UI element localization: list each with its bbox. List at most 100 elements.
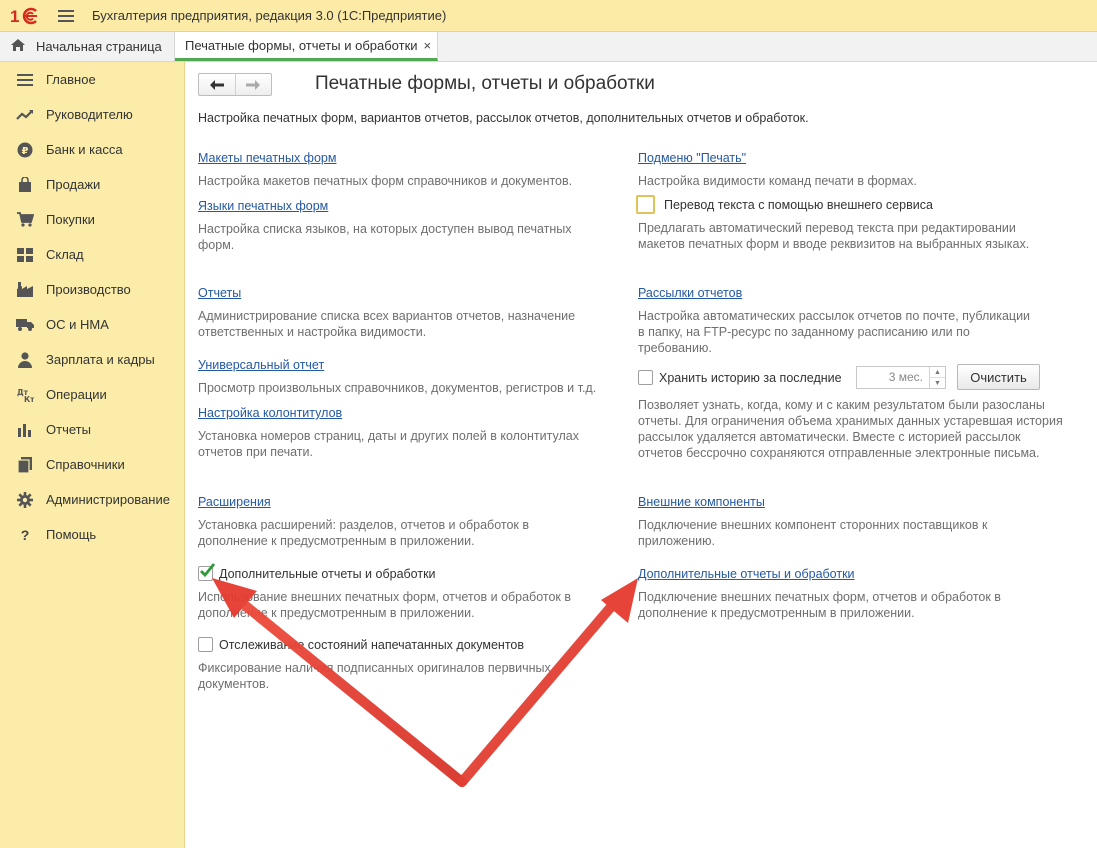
sidebar-item-label: Производство xyxy=(46,282,131,297)
sidebar-item-label: Отчеты xyxy=(46,422,91,437)
stepper-down-icon[interactable]: ▼ xyxy=(930,377,945,388)
app-title: Бухгалтерия предприятия, редакция 3.0 (1… xyxy=(92,8,447,23)
sidebar-item-assets[interactable]: ОС и НМА xyxy=(0,307,184,342)
ruble-coin-icon: ₽ xyxy=(16,141,34,159)
reports-link[interactable]: Отчеты xyxy=(198,286,241,300)
sidebar-item-salary[interactable]: Зарплата и кадры xyxy=(0,342,184,377)
report-mailing-desc: Настройка автоматических рассылок отчето… xyxy=(638,309,1031,355)
sidebar-item-main[interactable]: Главное xyxy=(0,62,184,97)
sidebar-item-label: Руководителю xyxy=(46,107,133,122)
sidebar-item-label: Продажи xyxy=(46,177,101,192)
arrow-left-icon xyxy=(209,79,224,90)
print-templates-desc: Настройка макетов печатных форм справочн… xyxy=(198,174,573,188)
warehouse-icon xyxy=(16,246,34,264)
stepper-arrows: ▲ ▼ xyxy=(929,367,945,388)
bar-chart-icon xyxy=(16,421,34,439)
sidebar-item-label: Зарплата и кадры xyxy=(46,352,155,367)
svg-text:Кт: Кт xyxy=(24,395,34,403)
additional-reports-desc: Использование внешних печатных форм, отч… xyxy=(198,590,572,620)
debit-credit-icon: Дт Кт xyxy=(16,386,34,404)
cart-icon xyxy=(16,211,34,229)
translation-checkbox-label[interactable]: Перевод текста с помощью внешнего сервис… xyxy=(664,198,933,212)
clear-button[interactable]: Очистить xyxy=(957,364,1040,390)
tab-print-forms-label: Печатные формы, отчеты и обработки xyxy=(185,37,418,53)
sidebar-item-catalogs[interactable]: Справочники xyxy=(0,447,184,482)
sidebar: Главное Руководителю ₽ Банк и касса Прод… xyxy=(0,62,185,848)
truck-icon xyxy=(16,316,34,334)
home-icon xyxy=(10,38,26,55)
sidebar-item-operations[interactable]: Дт Кт Операции xyxy=(0,377,184,412)
history-checkbox[interactable] xyxy=(638,370,653,385)
tabs-bar: Начальная страница Печатные формы, отчет… xyxy=(0,32,1097,62)
back-button[interactable] xyxy=(199,74,235,95)
person-icon xyxy=(16,351,34,369)
external-components-desc: Подключение внешних компонент сторонних … xyxy=(638,518,988,548)
translation-desc: Предлагать автоматический перевод текста… xyxy=(638,221,1030,251)
main-content: Печатные формы, отчеты и обработки Настр… xyxy=(186,62,1097,848)
sidebar-item-label: Помощь xyxy=(46,527,97,542)
sidebar-item-manager[interactable]: Руководителю xyxy=(0,97,184,132)
sidebar-item-help[interactable]: ? Помощь xyxy=(0,517,184,552)
extensions-desc: Установка расширений: разделов, отчетов … xyxy=(198,518,529,548)
main-menu-icon[interactable] xyxy=(58,9,74,22)
stepper-up-icon[interactable]: ▲ xyxy=(930,367,945,377)
trend-icon xyxy=(16,106,34,124)
title-bar: 1 Бухгалтерия предприятия, редакция 3.0 … xyxy=(0,0,1097,32)
shopping-bag-icon xyxy=(16,176,34,194)
sidebar-item-label: Администрирование xyxy=(46,492,170,507)
svg-text:1: 1 xyxy=(10,7,19,26)
history-desc: Позволяет узнать, когда, кому и с каким … xyxy=(638,398,1063,460)
sidebar-item-bank[interactable]: ₽ Банк и касса xyxy=(0,132,184,167)
tracking-checkbox[interactable] xyxy=(198,637,213,652)
universal-report-link[interactable]: Универсальный отчет xyxy=(198,358,324,372)
sidebar-item-sales[interactable]: Продажи xyxy=(0,167,184,202)
tracking-checkbox-label[interactable]: Отслеживание состояний напечатанных доку… xyxy=(219,638,524,652)
sidebar-item-reports[interactable]: Отчеты xyxy=(0,412,184,447)
print-templates-link[interactable]: Макеты печатных форм xyxy=(198,151,336,165)
additional-reports-checkbox[interactable] xyxy=(198,563,216,581)
1c-logo[interactable]: 1 xyxy=(10,6,44,26)
sidebar-item-label: Справочники xyxy=(46,457,125,472)
sidebar-item-label: Главное xyxy=(46,72,96,87)
factory-icon xyxy=(16,281,34,299)
sidebar-item-purchases[interactable]: Покупки xyxy=(0,202,184,237)
history-period-value[interactable]: 3 мес. xyxy=(857,367,929,388)
history-checkbox-label[interactable]: Хранить историю за последние xyxy=(659,371,842,385)
menu-lines-icon xyxy=(16,71,34,89)
tab-print-forms[interactable]: Печатные формы, отчеты и обработки × xyxy=(175,32,439,61)
checkmark-icon xyxy=(200,563,216,578)
print-submenu-desc: Настройка видимости команд печати в форм… xyxy=(638,174,917,188)
sidebar-item-label: ОС и НМА xyxy=(46,317,109,332)
print-languages-link[interactable]: Языки печатных форм xyxy=(198,199,328,213)
sidebar-item-label: Банк и касса xyxy=(46,142,123,157)
headers-footers-link[interactable]: Настройка колонтитулов xyxy=(198,406,342,420)
additional-reports-right-desc: Подключение внешних печатных форм, отчет… xyxy=(638,590,1001,620)
translation-checkbox[interactable] xyxy=(636,195,655,214)
universal-report-desc: Просмотр произвольных справочников, доку… xyxy=(198,381,597,395)
sidebar-item-warehouse[interactable]: Склад xyxy=(0,237,184,272)
nav-buttons xyxy=(198,73,272,96)
sidebar-item-admin[interactable]: Администрирование xyxy=(0,482,184,517)
close-icon[interactable]: × xyxy=(424,38,432,53)
arrow-right-icon xyxy=(246,79,261,90)
report-mailing-link[interactable]: Рассылки отчетов xyxy=(638,286,742,300)
additional-reports-checkbox-label[interactable]: Дополнительные отчеты и обработки xyxy=(219,567,436,581)
page-title: Печатные формы, отчеты и обработки xyxy=(315,73,655,94)
extensions-link[interactable]: Расширения xyxy=(198,495,271,509)
sidebar-item-label: Операции xyxy=(46,387,107,402)
print-submenu-link[interactable]: Подменю "Печать" xyxy=(638,151,746,165)
headers-footers-desc: Установка номеров страниц, даты и других… xyxy=(198,429,579,459)
reports-desc: Администрирование списка всех вариантов … xyxy=(198,309,576,339)
sidebar-item-label: Склад xyxy=(46,247,84,262)
page-description: Настройка печатных форм, вариантов отчет… xyxy=(198,111,809,125)
tracking-desc: Фиксирование наличия подписанных оригина… xyxy=(198,661,551,691)
question-icon: ? xyxy=(20,526,30,543)
history-period-stepper[interactable]: 3 мес. ▲ ▼ xyxy=(856,366,946,389)
additional-reports-link[interactable]: Дополнительные отчеты и обработки xyxy=(638,567,855,581)
svg-text:₽: ₽ xyxy=(22,146,29,157)
print-languages-desc: Настройка списка языков, на которых дост… xyxy=(198,222,572,252)
tab-home[interactable]: Начальная страница xyxy=(0,32,175,61)
sidebar-item-production[interactable]: Производство xyxy=(0,272,184,307)
external-components-link[interactable]: Внешние компоненты xyxy=(638,495,765,509)
forward-button[interactable] xyxy=(234,74,272,95)
